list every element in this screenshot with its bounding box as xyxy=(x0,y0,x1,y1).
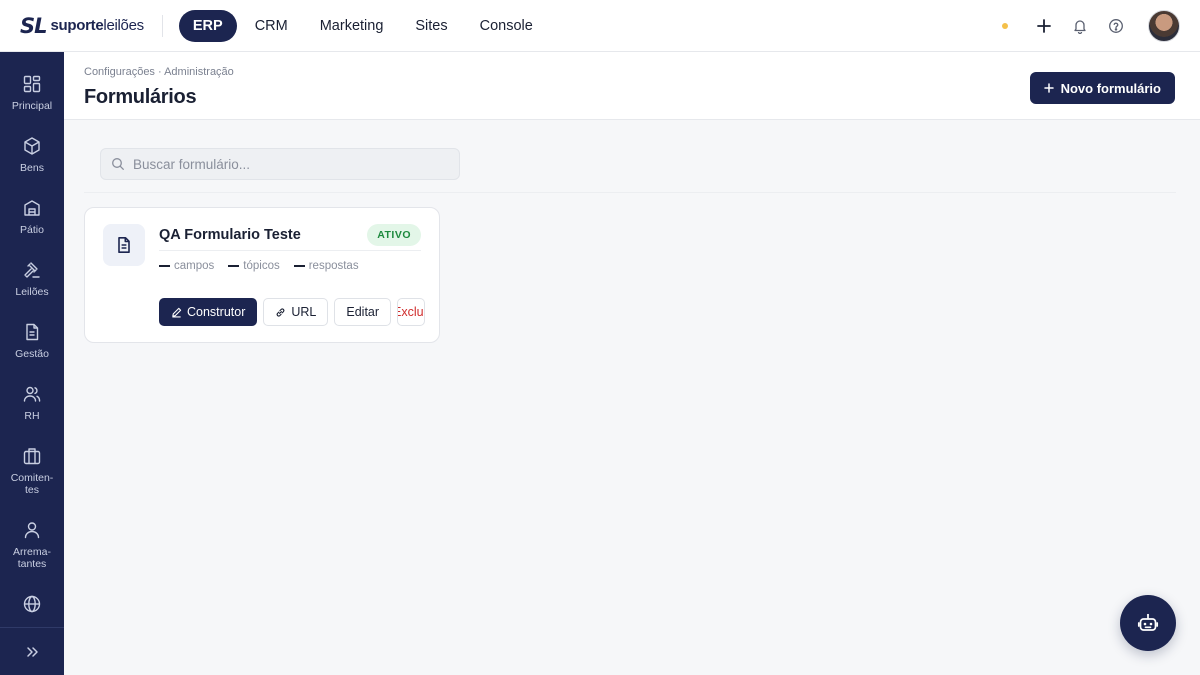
delete-button-label: Excluir xyxy=(398,305,424,319)
search-icon xyxy=(112,158,124,170)
stat-responses: respostas xyxy=(293,260,359,272)
logo-text: suporteleilões xyxy=(50,17,145,34)
stat-topics: tópicos xyxy=(228,260,280,272)
status-badge: ATIVO xyxy=(367,224,421,246)
plus-icon[interactable] xyxy=(1034,16,1054,36)
box-icon xyxy=(24,137,40,155)
bell-icon[interactable] xyxy=(1070,16,1090,36)
stat-topics-label: tópicos xyxy=(243,260,280,272)
delete-button[interactable]: Excluir xyxy=(397,298,426,326)
globe-icon xyxy=(23,595,41,613)
content-divider xyxy=(84,192,1176,193)
sidebar-item-comitentes[interactable]: Comiten- tes xyxy=(0,446,64,496)
sidebar-item-principal[interactable]: Principal xyxy=(0,74,64,112)
user-icon xyxy=(24,522,40,539)
pencil-icon xyxy=(172,307,182,317)
page-title: Formulários xyxy=(84,86,197,108)
nav-tab-marketing[interactable]: Marketing xyxy=(304,10,400,42)
stat-responses-label: respostas xyxy=(308,260,359,272)
sidebar-label: Pátio xyxy=(20,224,44,236)
sidebar: Principal Bens Pátio Leilões Gestão RH C… xyxy=(0,52,64,675)
sidebar-label: RH xyxy=(24,410,40,422)
page-header: Configurações · Administração Formulário… xyxy=(64,52,1200,120)
form-actions: Construtor URL Editar Excluir xyxy=(159,298,426,326)
stat-topics-value xyxy=(228,265,240,267)
nav-tab-erp[interactable]: ERP xyxy=(178,9,237,42)
new-form-button[interactable]: Novo formulário xyxy=(1029,72,1175,104)
edit-button[interactable]: Editar xyxy=(334,298,392,326)
new-form-button-label: Novo formulário xyxy=(1060,80,1161,96)
url-button-label: URL xyxy=(291,305,317,319)
sidebar-label: Comiten- tes xyxy=(10,472,54,496)
logo-text-bold: suporte xyxy=(50,17,104,34)
sidebar-item-arrematantes[interactable]: Arrema- tantes xyxy=(0,520,64,570)
top-bar-actions xyxy=(1002,0,1180,52)
stat-fields: campos xyxy=(159,260,214,272)
breadcrumb[interactable]: Configurações · Administração xyxy=(84,66,234,78)
robot-icon xyxy=(1137,613,1159,631)
warehouse-icon xyxy=(24,200,40,216)
main-nav: ERP CRM Marketing Sites Console xyxy=(178,9,549,42)
nav-tab-crm[interactable]: CRM xyxy=(239,10,304,42)
sidebar-item-globe[interactable] xyxy=(0,594,64,614)
user-avatar[interactable] xyxy=(1148,10,1180,42)
search-input[interactable] xyxy=(133,156,453,172)
edit-button-label: Editar xyxy=(346,305,380,319)
stat-fields-label: campos xyxy=(174,260,215,272)
plus-icon xyxy=(1043,83,1054,93)
form-title[interactable]: QA Formulario Teste xyxy=(159,227,301,243)
sidebar-label: Bens xyxy=(20,162,44,174)
nav-tab-sites[interactable]: Sites xyxy=(399,10,463,42)
builder-button-label: Construtor xyxy=(187,305,246,319)
sidebar-expand-button[interactable] xyxy=(0,627,64,675)
top-bar: SL suporteleilões ERP CRM Marketing Site… xyxy=(0,0,1200,52)
link-icon xyxy=(277,307,285,317)
people-icon xyxy=(23,386,41,402)
url-button[interactable]: URL xyxy=(263,298,329,326)
document-icon xyxy=(26,323,39,341)
stat-fields-value xyxy=(159,265,170,267)
sidebar-item-bens[interactable]: Bens xyxy=(0,136,64,174)
sidebar-label: Gestão xyxy=(15,348,49,360)
logo-mark: SL xyxy=(20,13,47,38)
logo-text-light: leilões xyxy=(103,17,144,34)
gavel-icon xyxy=(24,262,40,278)
sidebar-label: Arrema- tantes xyxy=(13,546,51,570)
status-dot xyxy=(1002,23,1008,29)
builder-button[interactable]: Construtor xyxy=(159,298,258,326)
stat-responses-value xyxy=(293,265,305,267)
dashboard-icon xyxy=(23,75,41,93)
sidebar-item-gestao[interactable]: Gestão xyxy=(0,322,64,360)
briefcase-icon xyxy=(23,448,41,465)
sidebar-item-patio[interactable]: Pátio xyxy=(0,198,64,236)
form-icon-tile xyxy=(103,224,145,266)
assistant-bot-button[interactable] xyxy=(1120,595,1176,651)
form-stats: campos tópicos respostas xyxy=(159,260,359,272)
help-icon[interactable] xyxy=(1106,16,1126,36)
nav-tab-console[interactable]: Console xyxy=(464,10,549,42)
sidebar-label: Principal xyxy=(11,100,53,112)
form-card: QA Formulario Teste ATIVO campos tópicos… xyxy=(84,207,440,343)
logo-divider xyxy=(161,14,163,37)
sidebar-item-rh[interactable]: RH xyxy=(0,384,64,422)
expand-icon xyxy=(27,646,38,657)
brand-logo[interactable]: SL suporteleilões xyxy=(20,0,144,52)
document-icon xyxy=(118,237,130,253)
card-divider xyxy=(159,250,421,251)
sidebar-item-leiloes[interactable]: Leilões xyxy=(0,260,64,298)
sidebar-label: Leilões xyxy=(15,286,49,298)
search-box xyxy=(100,148,460,180)
